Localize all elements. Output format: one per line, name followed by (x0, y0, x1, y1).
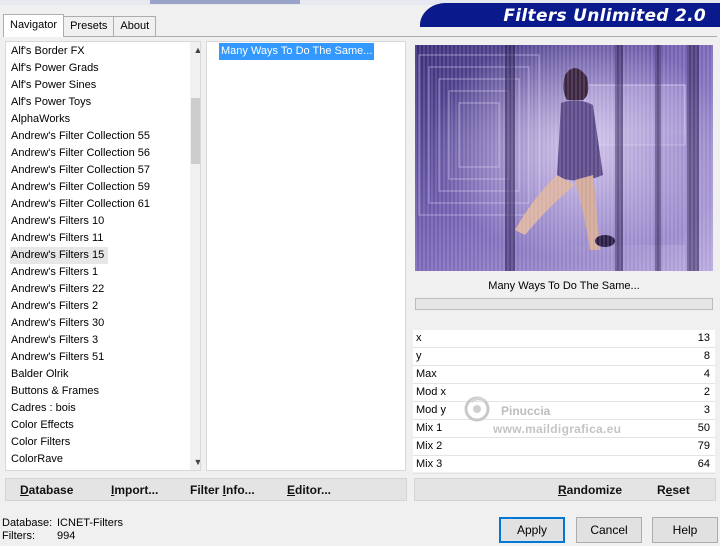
parameter-label: y (416, 350, 422, 362)
filter-list-item[interactable]: Andrew's Filters 30 (11, 315, 104, 332)
status-database-label: Database: (2, 517, 53, 529)
cancel-button[interactable]: Cancel (576, 517, 642, 543)
parameter-label: Mix 1 (416, 422, 443, 434)
filter-list-scrollbar[interactable]: ▲ ▼ (190, 42, 200, 470)
parameter-value[interactable]: 13 (698, 332, 710, 344)
filter-list-item[interactable]: Andrew's Filters 11 (11, 230, 103, 247)
filter-list-item[interactable]: Color Filters (11, 434, 70, 451)
scroll-down-icon[interactable]: ▼ (190, 454, 200, 470)
filter-list-item[interactable]: Andrew's Filters 15 (10, 247, 109, 264)
parameter-label: Mix 2 (416, 440, 443, 452)
watermark: Pinuccia www.maildigrafica.eu (463, 392, 673, 442)
filter-list-item[interactable]: Andrew's Filters 10 (11, 213, 104, 230)
parameter-row[interactable]: y8 (413, 348, 715, 366)
parameter-panel: x 13 y 8 Max 4 Mod x 2 Mod y 3 Mix 1 50 Mix 2 79 Mix 3… (413, 330, 715, 474)
progress-bar (415, 298, 713, 310)
parameter-value[interactable]: 64 (698, 458, 710, 470)
filter-list-item[interactable]: Alf's Border FX (11, 43, 85, 60)
filter-list-item[interactable]: Andrew's Filters 1 (11, 264, 98, 281)
import-button[interactable]: Import... (111, 483, 158, 497)
tab-presets[interactable]: Presets (63, 16, 115, 36)
brand-title: Filters Unlimited 2.0 (503, 6, 706, 26)
help-button[interactable]: Help (652, 517, 718, 543)
filter-list-item[interactable]: Alf's Power Toys (11, 94, 91, 111)
parameter-value[interactable]: 79 (698, 440, 710, 452)
filter-list-item[interactable]: Andrew's Filter Collection 55 (11, 128, 150, 145)
filter-list-item[interactable]: Andrew's Filter Collection 59 (11, 179, 150, 196)
status-filters-value: 994 (57, 530, 76, 542)
filter-category-list[interactable]: Alf's Border FX Alf's Power Grads Alf's Po… (5, 41, 201, 471)
parameter-label: Mod y (416, 404, 446, 416)
randomize-button[interactable]: Randomize (558, 483, 622, 497)
parameter-label: Mix 3 (416, 458, 443, 470)
tab-navigator[interactable]: Navigator (3, 14, 65, 37)
parameter-value[interactable]: 50 (698, 422, 710, 434)
brand-banner: Filters Unlimited 2.0 (420, 3, 720, 27)
filter-list-item[interactable]: AlphaWorks (11, 111, 70, 128)
parameter-value[interactable]: 2 (704, 386, 710, 398)
parameter-row[interactable]: Max 4 (413, 366, 715, 384)
preview-image (415, 45, 713, 271)
parameter-label: x (416, 332, 422, 344)
parameter-label: Max (416, 368, 437, 380)
effect-list[interactable]: Many Ways To Do The Same... (206, 41, 406, 471)
filter-list-item[interactable]: Convolution Filters (11, 468, 102, 470)
parameter-value[interactable]: 3 (704, 404, 710, 416)
filter-list-item[interactable]: Alf's Power Sines (11, 77, 96, 94)
filter-list-item[interactable]: ColorRave (11, 451, 63, 468)
scrollbar-thumb[interactable] (191, 98, 200, 164)
database-button[interactable]: Database (20, 483, 73, 497)
scroll-up-icon[interactable]: ▲ (190, 42, 200, 58)
filter-list-item[interactable]: Balder Olrik (11, 366, 68, 383)
status-database-value: ICNET-Filters (57, 517, 123, 529)
preview-artwork (415, 45, 713, 271)
filter-list-item[interactable]: Buttons & Frames (11, 383, 99, 400)
apply-button[interactable]: Apply (499, 517, 565, 543)
status-filters-label: Filters: (2, 530, 35, 542)
parameter-row[interactable]: Mix 3 64 (413, 456, 715, 474)
filter-list-item[interactable]: Alf's Power Grads (11, 60, 99, 77)
filter-list-item[interactable]: Andrew's Filter Collection 56 (11, 145, 150, 162)
tab-about[interactable]: About (113, 16, 157, 36)
filter-list-item[interactable]: Andrew's Filters 2 (11, 298, 98, 315)
filter-list-item[interactable]: Andrew's Filters 3 (11, 332, 98, 349)
filter-list-item[interactable]: Color Effects (11, 417, 74, 434)
filter-list-item[interactable]: Andrew's Filters 51 (11, 349, 104, 366)
filter-list-item[interactable]: Cadres : bois (11, 400, 76, 417)
tab-strip: Navigator Presets About (3, 14, 157, 37)
reset-button[interactable]: Reset (657, 483, 690, 497)
parameter-value[interactable]: 8 (704, 350, 710, 362)
top-strip-segment (150, 0, 300, 4)
filter-list-item[interactable]: Andrew's Filters 22 (11, 281, 104, 298)
status-database: Database: ICNET-Filters (2, 517, 123, 529)
editor-button[interactable]: Editor... (287, 483, 331, 497)
watermark-url: www.maildigrafica.eu (493, 422, 622, 436)
watermark-logo-icon (464, 396, 490, 422)
parameter-row[interactable]: x 13 (413, 330, 715, 348)
filter-info-button[interactable]: Filter Info... (190, 483, 255, 497)
filter-list-item[interactable]: Andrew's Filter Collection 57 (11, 162, 150, 179)
effect-item-selected[interactable]: Many Ways To Do The Same... (219, 43, 375, 60)
status-filters: Filters: 994 (2, 530, 75, 542)
filter-list-item[interactable]: Andrew's Filter Collection 61 (11, 196, 150, 213)
parameter-toolbar: Randomize Reset (414, 478, 716, 501)
watermark-name: Pinuccia (501, 404, 551, 418)
parameter-value[interactable]: 4 (704, 368, 710, 380)
parameter-label: Mod x (416, 386, 446, 398)
navigator-toolbar: Database Import... Filter Info... Editor… (5, 478, 407, 501)
preview-effect-label: Many Ways To Do The Same... (488, 280, 640, 292)
